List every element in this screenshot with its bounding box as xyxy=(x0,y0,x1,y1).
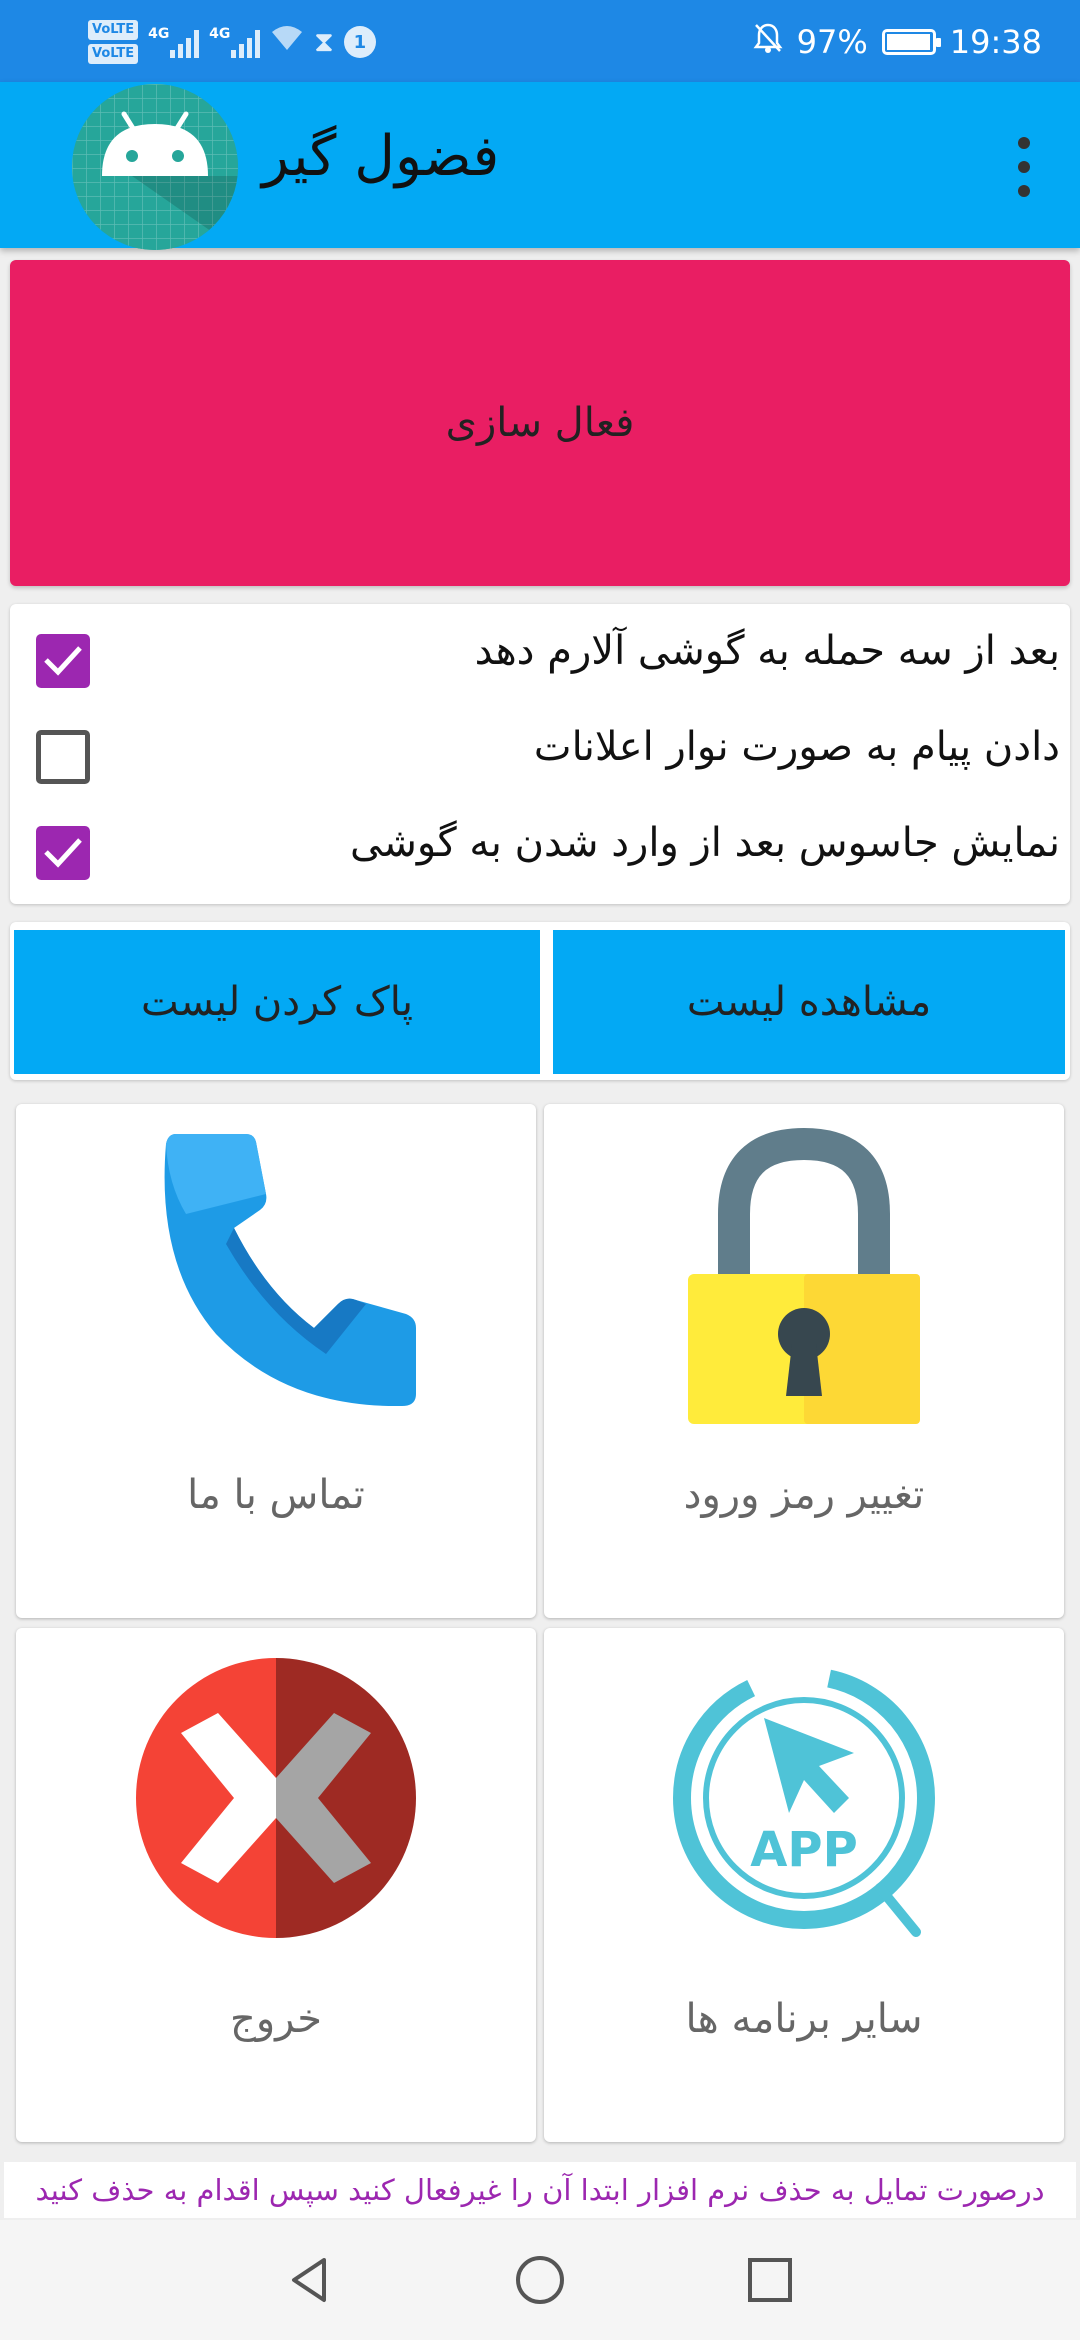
signal-1-icon: 4G xyxy=(148,26,200,58)
contact-us-label: تماس با ما xyxy=(187,1472,365,1518)
option-show-spy-checkbox[interactable] xyxy=(36,826,90,880)
option-notification-row[interactable]: دادن پیام به صورت نوار اعلانات xyxy=(10,706,1070,796)
screen: VoLTE VoLTE 4G 4G ⧗ 1 97% 19:38 فضول گیر… xyxy=(0,0,1080,2340)
option-alarm-row[interactable]: بعد از سه حمله به گوشی آلارم دهد xyxy=(10,610,1070,700)
clock: 19:38 xyxy=(949,23,1042,61)
contact-us-tile[interactable]: تماس با ما xyxy=(16,1104,536,1618)
network-1-label: 4G xyxy=(148,26,170,42)
home-circle-icon xyxy=(516,2256,564,2304)
network-2-label: 4G xyxy=(209,26,231,42)
status-bar-left: VoLTE VoLTE 4G 4G ⧗ 1 xyxy=(88,12,376,72)
status-bar: VoLTE VoLTE 4G 4G ⧗ 1 97% 19:38 xyxy=(0,0,1080,82)
back-triangle-icon xyxy=(292,2258,326,2302)
status-bar-right: 97% 19:38 xyxy=(753,12,1042,72)
other-apps-tile[interactable]: APP سایر برنامه ها xyxy=(544,1628,1064,2142)
exit-icon xyxy=(126,1648,426,1948)
phone-icon xyxy=(126,1124,426,1424)
hourglass-icon: ⧗ xyxy=(314,25,334,58)
list-buttons-card: پاک کردن لیست مشاهده لیست xyxy=(10,922,1070,1080)
app-bar: فضول گیر xyxy=(0,82,1080,250)
option-show-spy-label: نمایش جاسوس بعد از وارد شدن به گوشی xyxy=(350,820,1060,866)
other-apps-label: سایر برنامه ها xyxy=(685,1996,923,2042)
volte-1-badge: VoLTE xyxy=(88,20,139,40)
navigation-bar xyxy=(0,2220,1080,2340)
exit-tile[interactable]: خروج xyxy=(16,1628,536,2142)
clear-list-button[interactable]: پاک کردن لیست xyxy=(14,930,540,1074)
activate-button[interactable]: فعال سازی xyxy=(10,260,1070,586)
change-password-tile[interactable]: تغییر رمز ورود xyxy=(544,1104,1064,1618)
change-password-label: تغییر رمز ورود xyxy=(683,1472,925,1518)
signal-2-icon: 4G xyxy=(209,26,261,58)
activate-button-label: فعال سازی xyxy=(445,400,635,446)
app-logo-text: APP xyxy=(750,1822,858,1878)
option-alarm-checkbox[interactable] xyxy=(36,634,90,688)
overflow-menu-button[interactable] xyxy=(1012,137,1036,197)
uninstall-notice: درصورت تمایل به حذف نرم افزار ابتدا آن ر… xyxy=(4,2162,1076,2218)
bell-off-icon xyxy=(753,22,783,62)
option-alarm-label: بعد از سه حمله به گوشی آلارم دهد xyxy=(474,628,1060,674)
option-show-spy-row[interactable]: نمایش جاسوس بعد از وارد شدن به گوشی xyxy=(10,802,1070,892)
recents-square-icon xyxy=(748,2258,792,2302)
battery-icon xyxy=(881,29,941,55)
recents-nav-button[interactable] xyxy=(740,2250,800,2310)
more-vert-icon xyxy=(1018,137,1030,149)
volte-indicators: VoLTE VoLTE xyxy=(88,20,139,64)
app-logo-icon: APP xyxy=(654,1648,954,1948)
option-notification-label: دادن پیام به صورت نوار اعلانات xyxy=(533,724,1060,770)
padlock-icon xyxy=(654,1124,954,1424)
volte-2-badge: VoLTE xyxy=(88,44,139,64)
back-nav-button[interactable] xyxy=(280,2250,340,2310)
options-card: بعد از سه حمله به گوشی آلارم دهد دادن پی… xyxy=(10,604,1070,904)
exit-label: خروج xyxy=(230,1996,322,2042)
home-nav-button[interactable] xyxy=(510,2250,570,2310)
view-list-button[interactable]: مشاهده لیست xyxy=(553,930,1065,1074)
option-notification-checkbox[interactable] xyxy=(36,730,90,784)
notification-count-badge: 1 xyxy=(343,26,376,58)
wifi-icon xyxy=(270,24,304,60)
android-app-icon xyxy=(72,84,238,250)
app-title: فضول گیر xyxy=(262,124,500,189)
battery-percent: 97% xyxy=(796,23,868,61)
